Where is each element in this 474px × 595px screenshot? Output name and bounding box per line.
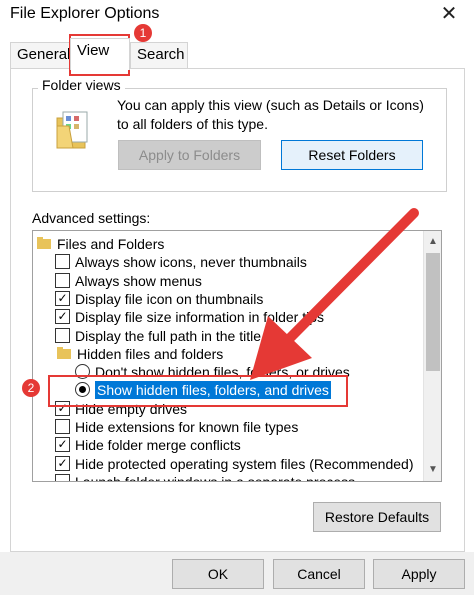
list-item[interactable]: Always show menus bbox=[33, 272, 421, 290]
ok-button[interactable]: OK bbox=[172, 559, 264, 589]
cancel-button[interactable]: Cancel bbox=[273, 559, 365, 589]
close-icon: ✕ bbox=[440, 3, 458, 25]
apply-to-folders-button[interactable]: Apply to Folders bbox=[118, 140, 261, 170]
checkbox-checked-icon[interactable]: ✓ bbox=[55, 290, 70, 306]
folder-view-icon bbox=[56, 111, 88, 149]
list-item[interactable]: Always show icons, never thumbnails bbox=[33, 253, 421, 271]
highlight-show-hidden bbox=[48, 375, 348, 407]
folder-icon bbox=[37, 237, 51, 249]
list-item-label: Hide extensions for known file types bbox=[75, 419, 299, 435]
checkbox-icon[interactable] bbox=[55, 327, 70, 343]
list-item-label: Hidden files and folders bbox=[77, 345, 224, 362]
list-item-label: Hide folder merge conflicts bbox=[75, 437, 241, 454]
tab-search[interactable]: Search bbox=[130, 42, 188, 68]
checkbox-icon[interactable] bbox=[55, 473, 70, 481]
list-item-label: Display the full path in the title bar bbox=[75, 327, 286, 344]
scroll-thumb[interactable] bbox=[426, 253, 440, 371]
list-item[interactable]: Hide extensions for known file types bbox=[33, 418, 421, 436]
scroll-down-icon[interactable]: ▼ bbox=[424, 461, 441, 479]
title-bar: File Explorer Options ✕ bbox=[0, 0, 474, 32]
vertical-scrollbar[interactable]: ▲ ▼ bbox=[423, 231, 441, 481]
tab-view[interactable]: View bbox=[70, 38, 130, 70]
advanced-settings-list[interactable]: Launch folder windows in a separate proc… bbox=[32, 230, 442, 482]
step-badge-1: 1 bbox=[134, 24, 152, 42]
list-item[interactable]: ✓ Display file size information in folder… bbox=[33, 308, 421, 326]
checkbox-icon[interactable] bbox=[55, 272, 70, 288]
list-item-label: Display file icon on thumbnails bbox=[75, 290, 264, 307]
step-badge-2: 2 bbox=[22, 379, 40, 397]
list-item[interactable]: ✓ Hide folder merge conflicts bbox=[33, 436, 421, 454]
list-item[interactable]: ✓ Hide protected operating system files (… bbox=[33, 455, 421, 473]
list-item-label: Always show icons, never thumbnails bbox=[75, 254, 307, 271]
checkbox-checked-icon[interactable]: ✓ bbox=[55, 309, 70, 325]
checkbox-checked-icon[interactable]: ✓ bbox=[55, 437, 70, 453]
list-item[interactable]: Launch folder windows in a separate proc… bbox=[33, 473, 421, 482]
folder-icon bbox=[57, 346, 71, 359]
advanced-settings-label: Advanced settings: bbox=[32, 210, 151, 226]
list-item-label: Launch folder windows in a separate proc… bbox=[75, 473, 356, 482]
list-item-label: Display file size information in folder … bbox=[75, 309, 324, 326]
folder-views-title: Folder views bbox=[38, 77, 125, 93]
folder-views-description: You can apply this view (such as Details… bbox=[117, 97, 424, 132]
list-item-label: Files and Folders bbox=[57, 236, 165, 252]
restore-defaults-button[interactable]: Restore Defaults bbox=[313, 502, 441, 532]
list-item[interactable]: Display the full path in the title bar bbox=[33, 327, 421, 345]
scroll-up-icon[interactable]: ▲ bbox=[424, 233, 441, 251]
list-item[interactable]: ✓ Display file icon on thumbnails bbox=[33, 290, 421, 308]
window-title: File Explorer Options bbox=[10, 5, 160, 22]
list-item: Files and Folders bbox=[33, 235, 421, 253]
checkbox-icon[interactable] bbox=[55, 254, 70, 270]
apply-button[interactable]: Apply bbox=[373, 559, 465, 589]
list-item: Hidden files and folders bbox=[33, 345, 421, 363]
close-button[interactable]: ✕ bbox=[436, 2, 462, 28]
checkbox-checked-icon[interactable]: ✓ bbox=[55, 455, 70, 471]
list-item-label: Always show menus bbox=[75, 272, 202, 289]
reset-folders-button[interactable]: Reset Folders bbox=[281, 140, 423, 170]
list-item-label: Hide protected operating system files (R… bbox=[75, 455, 414, 472]
tab-general[interactable]: General bbox=[10, 42, 72, 68]
checkbox-icon[interactable] bbox=[55, 419, 70, 434]
